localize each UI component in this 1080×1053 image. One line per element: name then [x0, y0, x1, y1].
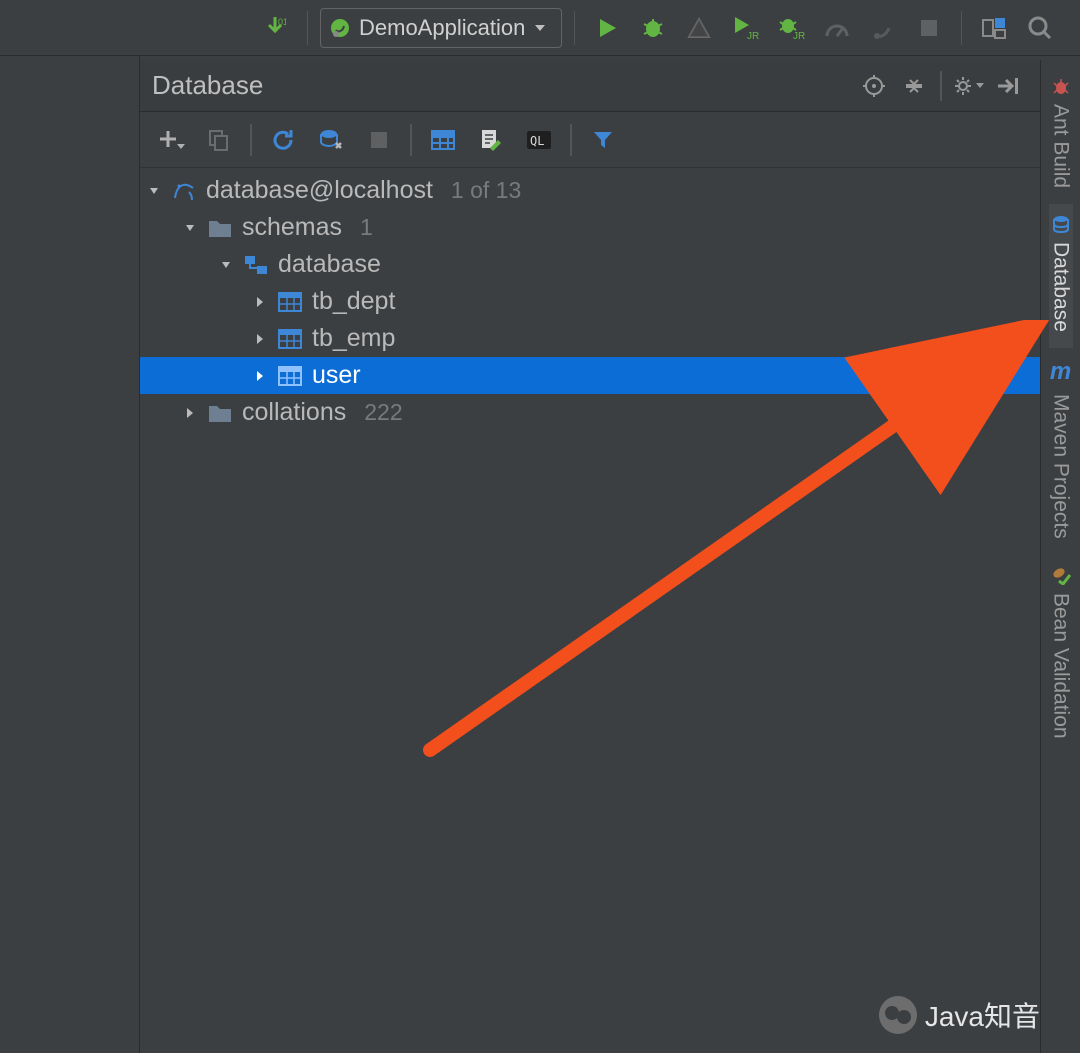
table-row[interactable]: tb_dept: [140, 283, 1040, 320]
separator: [250, 124, 252, 156]
tree-root-label: database@localhost: [206, 176, 433, 205]
data-source-properties-button[interactable]: [308, 118, 354, 162]
chevron-right-icon[interactable]: [182, 406, 198, 420]
panel-titlebar: Database: [140, 60, 1040, 112]
run-button[interactable]: [587, 8, 627, 48]
folder-icon: [206, 214, 234, 242]
chevron-right-icon[interactable]: [252, 369, 268, 383]
table-label: tb_emp: [312, 324, 395, 353]
tab-ant-build[interactable]: Ant Build: [1049, 66, 1073, 204]
tab-label: Database: [1049, 242, 1073, 332]
table-icon: [276, 325, 304, 353]
tree-schemas-meta: 1: [360, 214, 373, 241]
right-tool-tabs: Ant Build Database m Maven Projects Bean…: [1040, 60, 1080, 1053]
panel-title: Database: [152, 70, 263, 101]
chevron-down-icon[interactable]: [218, 258, 234, 272]
search-button[interactable]: [1020, 8, 1060, 48]
separator: [961, 11, 962, 45]
tree-schemas[interactable]: schemas 1: [140, 209, 1040, 246]
main-toolbar: 01 DemoApplication JR JR: [0, 0, 1080, 56]
tree-root[interactable]: database@localhost 1 of 13: [140, 172, 1040, 209]
tab-label: Maven Projects: [1049, 394, 1073, 539]
collapse-icon[interactable]: [894, 66, 934, 106]
open-console-button[interactable]: QL: [516, 118, 562, 162]
run-jr-button[interactable]: JR: [725, 8, 765, 48]
watermark: Java知音: [879, 995, 1040, 1035]
chevron-down-icon[interactable]: [182, 221, 198, 235]
folder-icon: [206, 399, 234, 427]
tree-collations[interactable]: collations 222: [140, 394, 1040, 431]
chevron-down-icon[interactable]: [146, 184, 162, 198]
attach-button[interactable]: [863, 8, 903, 48]
tab-label: Bean Validation: [1049, 593, 1073, 739]
filter-button[interactable]: [580, 118, 626, 162]
wechat-icon: [879, 996, 917, 1034]
tree-schema-database[interactable]: database: [140, 246, 1040, 283]
separator: [410, 124, 412, 156]
bean-icon: [1051, 565, 1071, 585]
run-config-label: DemoApplication: [359, 15, 525, 41]
stop-button[interactable]: [909, 8, 949, 48]
separator: [940, 71, 942, 101]
separator: [570, 124, 572, 156]
database-panel: Database: [140, 60, 1040, 1053]
database-icon: [1051, 214, 1071, 234]
layout-button[interactable]: [974, 8, 1014, 48]
ant-icon: [1051, 76, 1071, 96]
table-label: tb_dept: [312, 287, 395, 316]
download-icon[interactable]: 01: [255, 8, 295, 48]
svg-text:QL: QL: [530, 134, 544, 148]
left-gutter: [0, 56, 140, 1053]
database-tree[interactable]: database@localhost 1 of 13 schemas 1 dat…: [140, 168, 1040, 431]
table-icon: [276, 288, 304, 316]
chevron-right-icon[interactable]: [252, 332, 268, 346]
run-config-selector[interactable]: DemoApplication: [320, 8, 562, 48]
table-view-button[interactable]: [420, 118, 466, 162]
watermark-text: Java知音: [925, 995, 1040, 1035]
mysql-icon: [170, 177, 198, 205]
table-label: user: [312, 361, 361, 390]
disconnect-button[interactable]: [356, 118, 402, 162]
refresh-button[interactable]: [260, 118, 306, 162]
tree-schemas-label: schemas: [242, 213, 342, 242]
coverage-button[interactable]: [679, 8, 719, 48]
tab-database[interactable]: Database: [1049, 204, 1073, 348]
separator: [574, 11, 575, 45]
svg-text:JR: JR: [747, 31, 759, 41]
tab-bean-validation[interactable]: Bean Validation: [1049, 555, 1073, 755]
hide-panel-icon[interactable]: [988, 66, 1028, 106]
settings-gear-icon[interactable]: [948, 66, 988, 106]
svg-text:01: 01: [278, 17, 286, 27]
panel-toolbar: QL: [140, 112, 1040, 168]
svg-text:JR: JR: [793, 31, 805, 41]
tree-collations-meta: 222: [364, 399, 402, 426]
chevron-down-icon: [533, 21, 547, 35]
chevron-right-icon[interactable]: [252, 295, 268, 309]
tree-root-meta: 1 of 13: [451, 177, 521, 204]
schema-icon: [242, 251, 270, 279]
tab-label: Ant Build: [1049, 104, 1073, 188]
debug-button[interactable]: [633, 8, 673, 48]
table-row-selected[interactable]: user: [140, 357, 1040, 394]
focus-icon[interactable]: [854, 66, 894, 106]
profiler-button[interactable]: [817, 8, 857, 48]
tree-schema-label: database: [278, 250, 381, 279]
maven-icon: m: [1050, 358, 1071, 386]
duplicate-button[interactable]: [196, 118, 242, 162]
tab-maven[interactable]: m Maven Projects: [1049, 348, 1073, 555]
add-button[interactable]: [148, 118, 194, 162]
tree-collations-label: collations: [242, 398, 346, 427]
table-row[interactable]: tb_emp: [140, 320, 1040, 357]
separator: [307, 11, 308, 45]
spring-icon: [329, 17, 351, 39]
debug-jr-button[interactable]: JR: [771, 8, 811, 48]
edit-button[interactable]: [468, 118, 514, 162]
table-icon: [276, 362, 304, 390]
